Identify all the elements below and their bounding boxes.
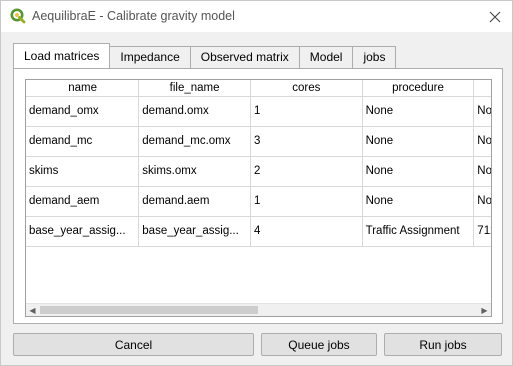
window-title: AequilibraE - Calibrate gravity model bbox=[32, 9, 235, 23]
column-header-name[interactable]: name bbox=[26, 80, 140, 97]
cell-file-name[interactable]: skims.omx bbox=[138, 156, 251, 187]
load-matrices-panel: name file_name cores procedure procedure… bbox=[13, 68, 503, 324]
table-row[interactable]: skims skims.omx 2 None None bbox=[26, 156, 491, 187]
matrices-grid: name file_name cores procedure procedure… bbox=[26, 80, 491, 247]
matrices-table: name file_name cores procedure procedure… bbox=[25, 79, 492, 317]
cell-file-name[interactable]: demand.aem bbox=[138, 186, 251, 217]
cell-procedure[interactable]: None bbox=[362, 186, 475, 217]
qgis-icon bbox=[10, 8, 26, 24]
cell-procedure-2[interactable]: None bbox=[473, 156, 491, 187]
table-row[interactable]: demand_mc demand_mc.omx 3 None None bbox=[26, 126, 491, 157]
cell-name[interactable]: demand_aem bbox=[26, 186, 140, 217]
table-row[interactable]: demand_omx demand.omx 1 None None bbox=[26, 96, 491, 127]
tab-observed-matrix[interactable]: Observed matrix bbox=[189, 46, 300, 68]
cell-cores[interactable]: 3 bbox=[250, 126, 363, 157]
table-row[interactable]: demand_aem demand.aem 1 None None bbox=[26, 186, 491, 217]
cell-procedure-2[interactable]: None bbox=[473, 126, 491, 157]
cell-file-name[interactable]: demand_mc.omx bbox=[138, 126, 251, 157]
cell-procedure[interactable]: None bbox=[362, 96, 475, 127]
run-jobs-button[interactable]: Run jobs bbox=[384, 333, 502, 356]
table-header-row: name file_name cores procedure procedure bbox=[26, 80, 491, 97]
scrollbar-thumb[interactable] bbox=[40, 306, 258, 314]
table-row[interactable]: base_year_assig... base_year_assig... 4 … bbox=[26, 216, 491, 247]
cell-cores[interactable]: 4 bbox=[250, 216, 363, 247]
cell-cores[interactable]: 2 bbox=[250, 156, 363, 187]
cancel-button[interactable]: Cancel bbox=[13, 333, 254, 356]
column-header-cores[interactable]: cores bbox=[250, 80, 363, 97]
column-header-procedure-2[interactable]: procedure bbox=[473, 80, 491, 97]
cell-procedure[interactable]: None bbox=[362, 156, 475, 187]
tab-jobs[interactable]: jobs bbox=[352, 46, 397, 68]
cell-procedure[interactable]: None bbox=[362, 126, 475, 157]
cell-procedure[interactable]: Traffic Assignment bbox=[362, 216, 475, 247]
scroll-right-icon[interactable]: ▶ bbox=[478, 304, 491, 316]
scroll-left-icon[interactable]: ◀ bbox=[26, 304, 39, 316]
tab-bar: Load matrices Impedance Observed matrix … bbox=[13, 43, 397, 68]
close-icon[interactable] bbox=[478, 1, 512, 32]
calibrate-gravity-dialog: AequilibraE - Calibrate gravity model Lo… bbox=[0, 0, 513, 366]
cell-cores[interactable]: 1 bbox=[250, 186, 363, 217]
column-header-procedure[interactable]: procedure bbox=[362, 80, 475, 97]
cell-file-name[interactable]: base_year_assig... bbox=[138, 216, 251, 247]
cell-cores[interactable]: 1 bbox=[250, 96, 363, 127]
cell-file-name[interactable]: demand.omx bbox=[138, 96, 251, 127]
tab-impedance[interactable]: Impedance bbox=[109, 46, 191, 68]
cell-procedure-2[interactable]: None bbox=[473, 96, 491, 127]
cell-procedure-2[interactable]: 712dd70a78 bbox=[473, 216, 491, 247]
cell-name[interactable]: demand_mc bbox=[26, 126, 140, 157]
horizontal-scrollbar[interactable]: ◀ ▶ bbox=[26, 303, 491, 316]
tab-load-matrices[interactable]: Load matrices bbox=[13, 43, 111, 68]
column-header-file-name[interactable]: file_name bbox=[138, 80, 251, 97]
cell-name[interactable]: base_year_assig... bbox=[26, 216, 140, 247]
queue-jobs-button[interactable]: Queue jobs bbox=[261, 333, 377, 356]
title-bar: AequilibraE - Calibrate gravity model bbox=[1, 1, 512, 32]
tab-model[interactable]: Model bbox=[298, 46, 354, 68]
cell-procedure-2[interactable]: None bbox=[473, 186, 491, 217]
cell-name[interactable]: demand_omx bbox=[26, 96, 140, 127]
table-viewport: name file_name cores procedure procedure… bbox=[26, 80, 491, 304]
cell-name[interactable]: skims bbox=[26, 156, 140, 187]
